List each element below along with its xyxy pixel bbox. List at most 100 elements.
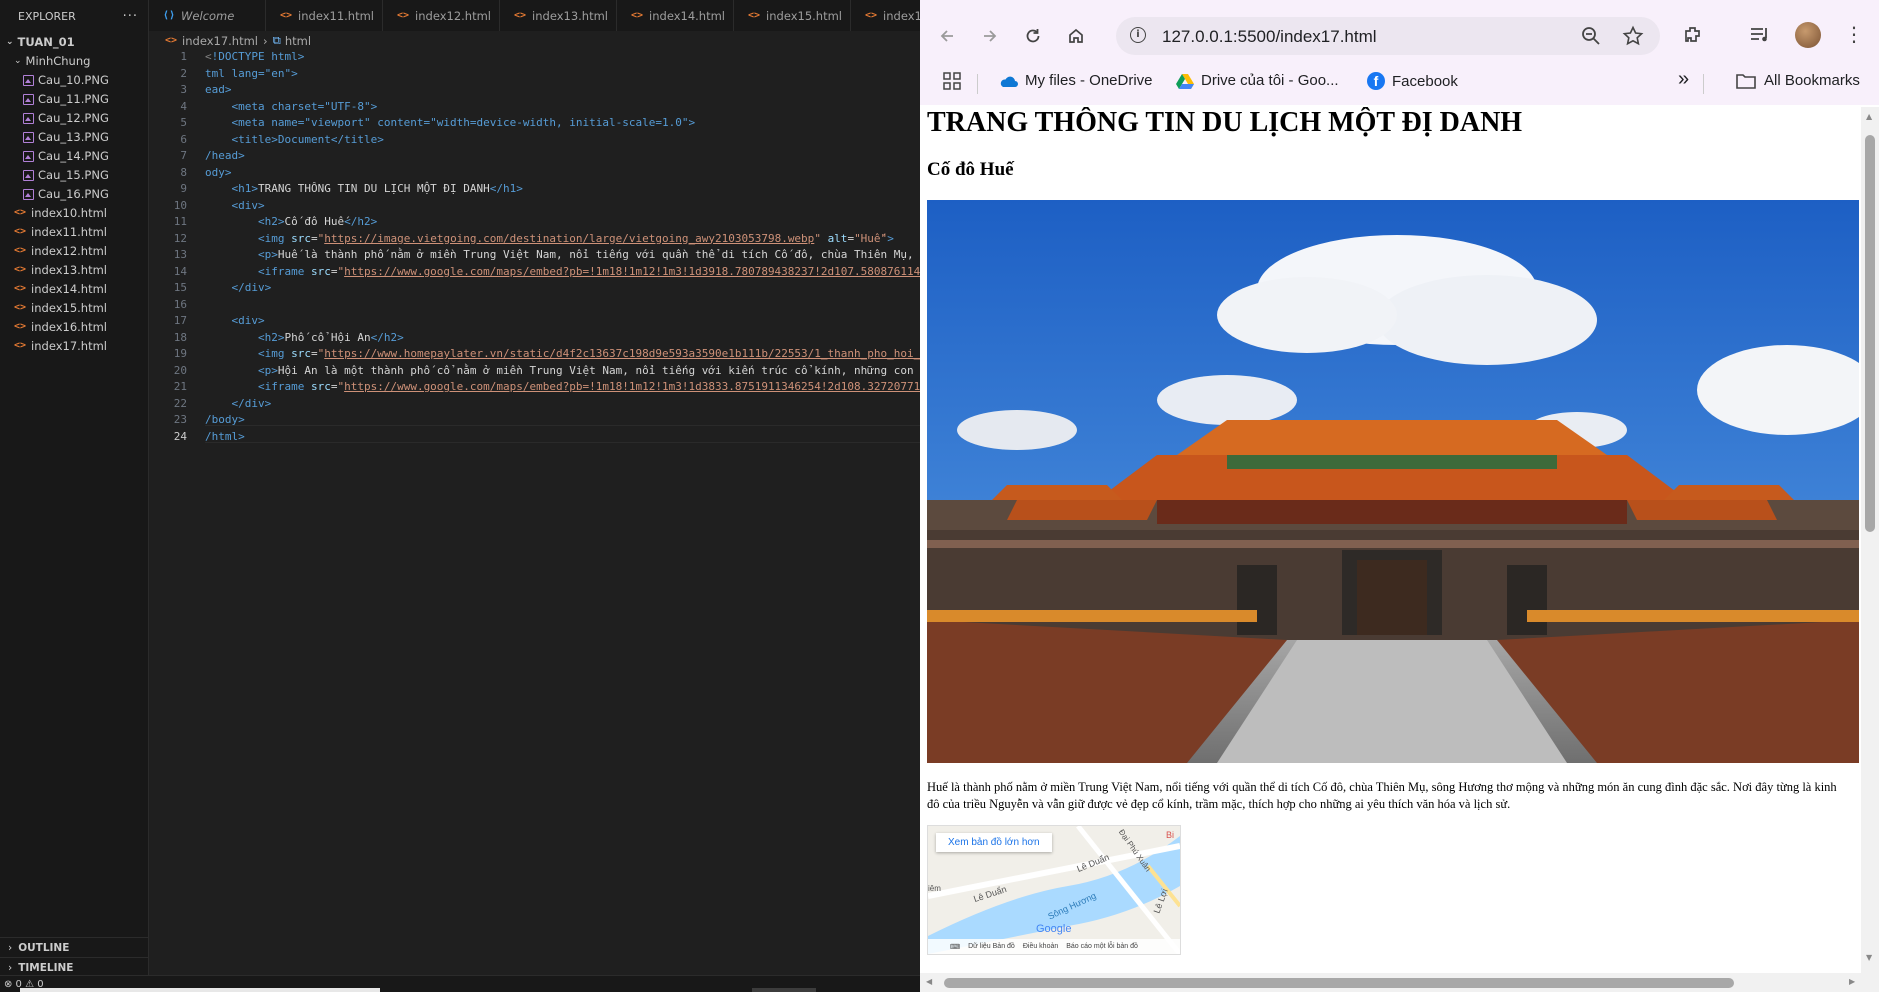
folder-minhchung[interactable]: ⌄ MinhChung <box>0 51 148 70</box>
file-item-html[interactable]: <> index10.html <box>0 203 148 222</box>
code-line-7: /head> <box>205 149 245 162</box>
image-file-icon <box>22 112 34 124</box>
editor-tab[interactable]: ⟨⟩ Welcome <box>149 0 266 31</box>
file-label: Cau_11.PNG <box>38 91 109 106</box>
map-footer-link[interactable]: Dữ liệu Bản đồ <box>968 943 1015 950</box>
tab-label: index12.html <box>415 8 491 23</box>
html-file-icon: <> <box>165 35 178 46</box>
horizontal-scrollbar[interactable]: ◀ ▶ <box>920 973 1879 992</box>
breadcrumb-symbol[interactable]: html <box>285 34 311 48</box>
profile-avatar[interactable] <box>1795 22 1821 48</box>
bookmark-onedrive[interactable]: My files - OneDrive <box>998 72 1153 89</box>
editor-tab[interactable]: <> index12.html <box>383 0 500 31</box>
editor-tab[interactable]: <> index14.html <box>617 0 734 31</box>
line-number: 11 <box>173 215 187 228</box>
breadcrumb-separator-icon: › <box>263 33 268 48</box>
map-footer-link[interactable]: Điều khoản <box>1023 943 1058 950</box>
outline-section[interactable]: › OUTLINE <box>0 937 148 957</box>
file-item-html[interactable]: <> index13.html <box>0 260 148 279</box>
vscode-logo-icon: ⟨⟩ <box>163 10 176 21</box>
line-number: 17 <box>173 314 187 327</box>
code-line-15: </div> <box>231 281 272 294</box>
line-number: 18 <box>173 330 187 344</box>
scroll-left-icon[interactable]: ◀ <box>926 977 932 986</box>
reload-icon[interactable] <box>1019 22 1047 50</box>
html-file-icon: <> <box>14 207 27 218</box>
line-number: 20 <box>173 363 187 377</box>
scroll-right-icon[interactable]: ▶ <box>1849 977 1855 986</box>
all-bookmarks[interactable]: All Bookmarks <box>1736 72 1860 89</box>
back-icon[interactable] <box>933 22 961 50</box>
menu-dots-icon[interactable]: ⋮ <box>1844 24 1864 44</box>
file-item-png[interactable]: Cau_14.PNG <box>0 146 148 165</box>
bookmark-facebook[interactable]: f Facebook <box>1367 72 1458 90</box>
view-larger-map-link[interactable]: Xem bản đồ lớn hơn <box>936 833 1052 852</box>
media-control-icon[interactable] <box>1749 25 1771 49</box>
line-number: 7 <box>180 149 187 162</box>
code-line-23: /body> <box>205 413 245 426</box>
file-item-html[interactable]: <> index14.html <box>0 279 148 298</box>
home-icon[interactable] <box>1062 22 1090 50</box>
url-text[interactable]: 127.0.0.1:5500/index17.html <box>1162 27 1377 47</box>
file-item-png[interactable]: Cau_12.PNG <box>0 108 148 127</box>
extensions-icon[interactable] <box>1682 24 1704 50</box>
file-item-png[interactable]: Cau_11.PNG <box>0 89 148 108</box>
timeline-section[interactable]: › TIMELINE <box>0 957 148 977</box>
file-item-png[interactable]: Cau_13.PNG <box>0 127 148 146</box>
folder-tuan01[interactable]: ⌄ TUAN_01 <box>0 32 148 51</box>
more-actions-icon[interactable]: ··· <box>123 9 138 24</box>
file-item-html[interactable]: <> index16.html <box>0 317 148 336</box>
vertical-scrollbar[interactable]: ▲ ▼ <box>1861 107 1879 973</box>
editor-tab[interactable]: <> index11.html <box>266 0 383 31</box>
html-file-icon: <> <box>14 245 27 256</box>
apps-grid-icon[interactable] <box>943 72 961 90</box>
file-item-html[interactable]: <> index15.html <box>0 298 148 317</box>
file-label: index17.html <box>31 338 107 353</box>
keyboard-icon[interactable]: ⌨ <box>950 943 960 951</box>
more-bookmarks-icon[interactable]: » <box>1678 68 1689 91</box>
bookmark-drive[interactable]: Drive của tôi - Goo... <box>1176 72 1339 89</box>
map-embed[interactable]: Xem bản đồ lớn hơn Lê Duẩn Lê Duẩn Đại P… <box>927 825 1181 955</box>
line-number: 15 <box>173 281 187 294</box>
file-item-html[interactable]: <> index11.html <box>0 222 148 241</box>
file-item-html[interactable]: <> index17.html <box>0 336 148 355</box>
breadcrumb-file[interactable]: index17.html <box>182 34 258 48</box>
file-item-png[interactable]: Cau_15.PNG <box>0 165 148 184</box>
file-item-png[interactable]: Cau_10.PNG <box>0 70 148 89</box>
folder-label: TUAN_01 <box>17 34 75 49</box>
line-number: 2 <box>180 66 187 80</box>
map-footer-link[interactable]: Báo cáo một lỗi bản đồ <box>1066 943 1138 950</box>
map-footer: ⌨ Dữ liệu Bản đồ Điều khoản Báo cáo một … <box>928 939 1180 954</box>
vertical-scroll-thumb[interactable] <box>1865 135 1875 532</box>
current-line-highlight <box>205 425 920 443</box>
bookmark-star-icon[interactable] <box>1622 25 1644 51</box>
scroll-up-icon[interactable]: ▲ <box>1866 112 1872 121</box>
status-bar: ⊗ 0 ⚠ 0 <box>0 975 920 992</box>
bookmark-label: Drive của tôi - Goo... <box>1201 72 1339 89</box>
editor-tab[interactable]: <> index16.html <box>851 0 920 31</box>
web-page-content: TRANG THÔNG TIN DU LỊCH MỘT ĐỊ DANH Cố đ… <box>927 107 1859 973</box>
file-item-png[interactable]: Cau_16.PNG <box>0 184 148 203</box>
horizontal-scroll-thumb[interactable] <box>944 978 1734 988</box>
file-item-html[interactable]: <> index12.html <box>0 241 148 260</box>
code-line-1: <!DOCTYPE html> <box>205 50 305 63</box>
chevron-down-icon: ⌄ <box>14 55 22 66</box>
editor-tab[interactable]: <> index13.html <box>500 0 617 31</box>
line-number: 22 <box>173 396 187 410</box>
tab-label: index13.html <box>532 8 608 23</box>
code-line-4: <meta charset="UTF-8"> <box>231 99 378 113</box>
editor-tab[interactable]: <> index15.html <box>734 0 851 31</box>
folder-label: MinhChung <box>25 53 91 68</box>
code-editor[interactable]: 1 2 3 4 5 6 7 8 9 10 11 12 13 14 15 16 17 18 19 20 21 22 23 24 … <box>149 50 920 975</box>
breadcrumb: <> index17.html › ⧉ html <box>149 31 920 50</box>
address-bar[interactable]: i 127.0.0.1:5500/index17.html <box>1116 17 1660 55</box>
forward-icon[interactable] <box>976 22 1004 50</box>
file-label: Cau_15.PNG <box>38 167 109 182</box>
outline-label: OUTLINE <box>18 941 70 954</box>
line-number: 1 <box>180 50 187 63</box>
scroll-down-icon[interactable]: ▼ <box>1866 953 1872 962</box>
bookmarks-divider <box>977 74 978 94</box>
zoom-icon[interactable] <box>1580 25 1602 51</box>
hue-citadel-photo <box>927 200 1859 763</box>
site-info-icon[interactable]: i <box>1130 27 1146 43</box>
